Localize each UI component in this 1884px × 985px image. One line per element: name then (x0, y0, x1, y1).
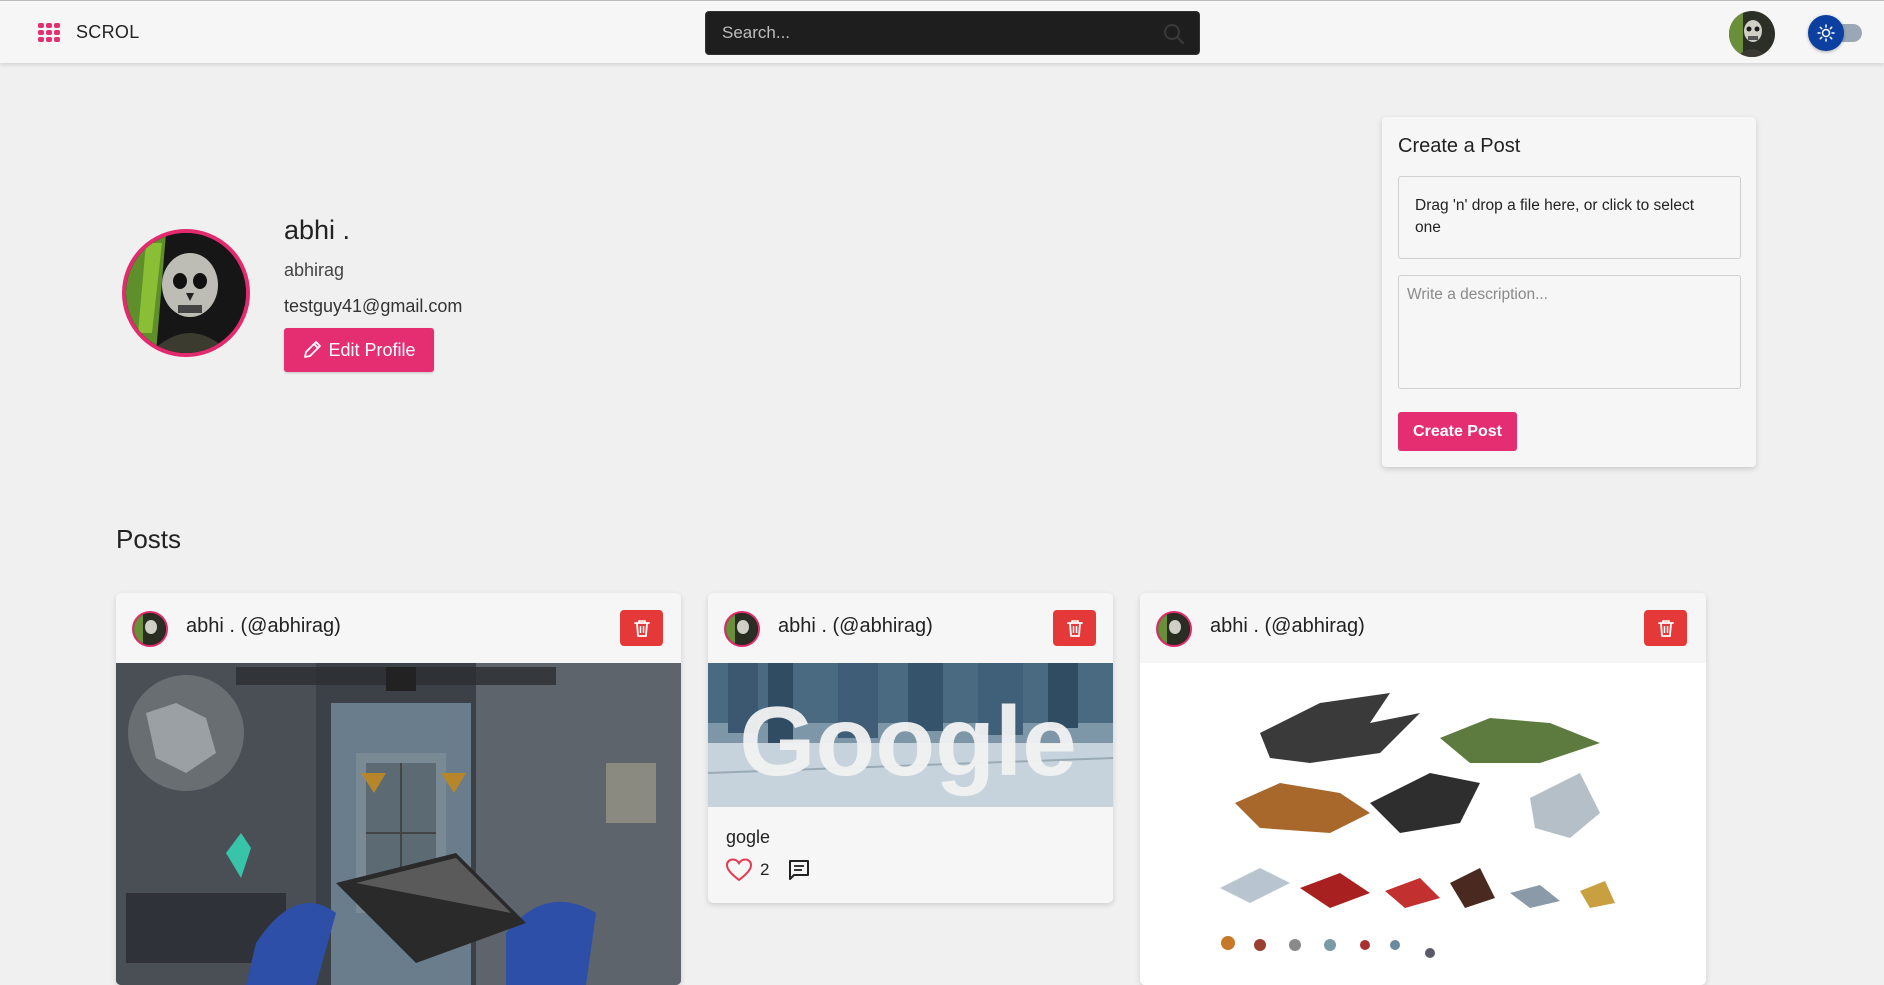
trash-icon (633, 620, 650, 637)
post-card: abhi . (@abhirag) Google gogle 2 (708, 593, 1113, 903)
theme-toggle[interactable] (1808, 15, 1864, 51)
trash-icon (1657, 620, 1674, 637)
like-count: 2 (760, 860, 770, 879)
post-header: abhi . (@abhirag) (1140, 593, 1706, 663)
search-input[interactable] (722, 12, 1152, 54)
delete-post-button[interactable] (620, 610, 663, 646)
post-actions: 2 (726, 858, 811, 882)
file-dropzone[interactable]: Drag 'n' drop a file here, or click to s… (1398, 176, 1741, 259)
post-author-name[interactable]: abhi . (@abhirag) (186, 615, 341, 638)
game-screenshot-image[interactable] (116, 663, 681, 985)
sun-icon (1817, 24, 1835, 42)
create-post-button[interactable]: Create Post (1398, 412, 1517, 451)
post-header: abhi . (@abhirag) (116, 593, 681, 663)
dragons-chart-image[interactable] (1140, 663, 1706, 985)
skull-mask-avatar-icon (126, 233, 246, 353)
profile-email: testguy41@gmail.com (284, 296, 463, 316)
post-caption: gogle (726, 827, 771, 847)
google-banner-text: Google (739, 686, 1077, 796)
post-author-avatar[interactable] (132, 611, 168, 647)
scrol-logo-icon (38, 23, 60, 42)
theme-toggle-knob (1808, 15, 1844, 51)
edit-profile-label: Edit Profile (328, 339, 416, 360)
delete-post-button[interactable] (1053, 610, 1096, 646)
post-card: abhi . (@abhirag) (116, 593, 681, 985)
post-card: abhi . (@abhirag) (1140, 593, 1706, 985)
user-avatar[interactable] (1729, 11, 1775, 57)
description-input[interactable] (1398, 275, 1741, 389)
author-avatar-icon (1158, 613, 1190, 645)
profile-avatar (122, 229, 250, 357)
profile-name: abhi . (284, 215, 351, 245)
brand-name: SCROL (76, 21, 140, 42)
heart-icon[interactable] (726, 858, 752, 882)
pencil-icon (304, 341, 322, 358)
profile-username: abhirag (284, 260, 345, 280)
post-author-avatar[interactable] (724, 611, 760, 647)
author-avatar-icon (726, 613, 758, 645)
trash-icon (1066, 620, 1083, 637)
post-header: abhi . (@abhirag) (708, 593, 1113, 663)
posts-heading: Posts (116, 524, 182, 554)
post-author-avatar[interactable] (1156, 611, 1192, 647)
post-author-name[interactable]: abhi . (@abhirag) (1210, 615, 1365, 638)
search-bar (705, 11, 1200, 55)
create-post-card: Create a Post Drag 'n' drop a file here,… (1382, 117, 1756, 467)
google-banner-image[interactable]: Google (708, 663, 1113, 807)
author-avatar-icon (134, 613, 166, 645)
navbar: SCROL (0, 0, 1884, 63)
post-author-name[interactable]: abhi . (@abhirag) (778, 615, 933, 638)
delete-post-button[interactable] (1644, 610, 1687, 646)
create-post-title: Create a Post (1398, 135, 1521, 157)
edit-profile-button[interactable]: Edit Profile (284, 328, 434, 372)
comment-icon[interactable] (787, 858, 811, 882)
search-icon[interactable] (1163, 23, 1185, 45)
brand[interactable]: SCROL (36, 21, 140, 43)
avatar-image-icon (1729, 11, 1775, 57)
